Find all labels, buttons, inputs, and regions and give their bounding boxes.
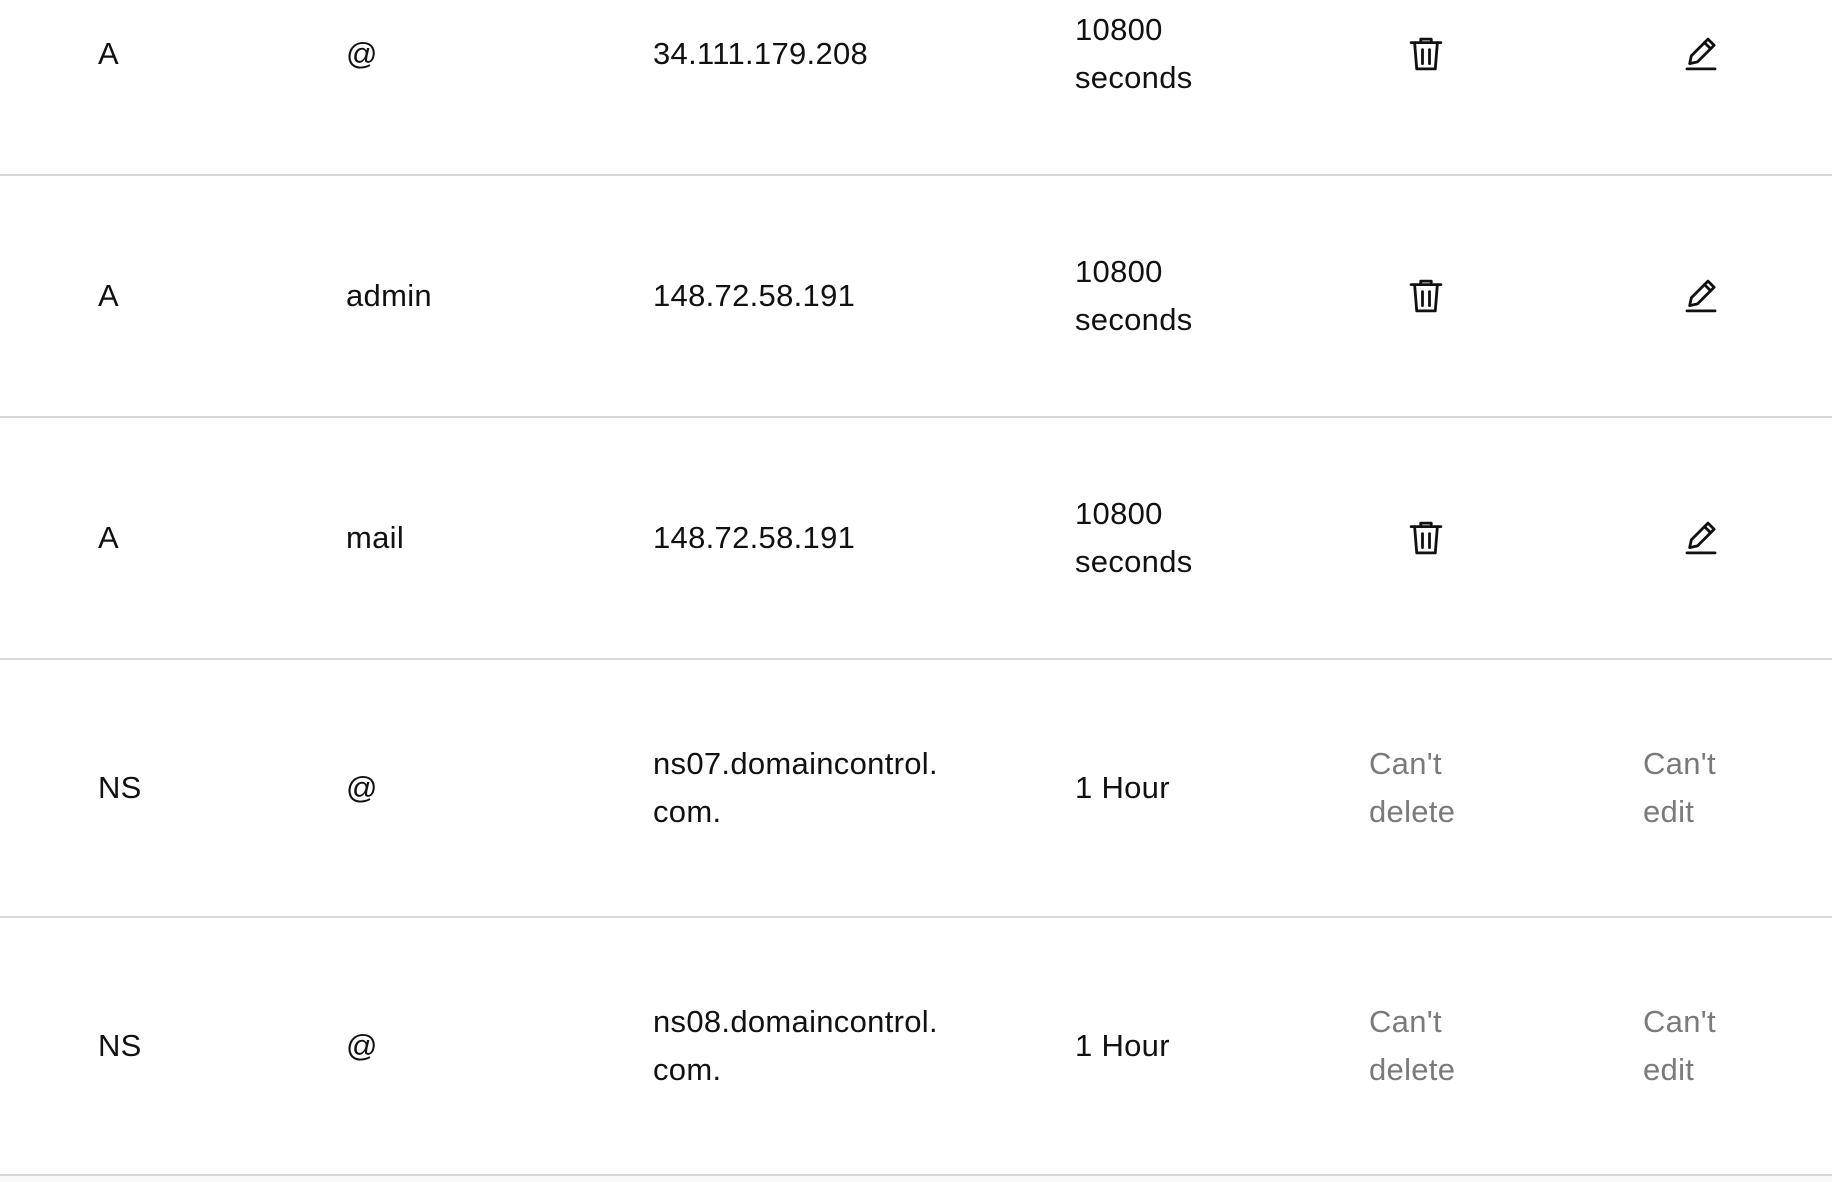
record-ttl: 10800 seconds <box>1075 6 1225 102</box>
record-name: mail <box>346 520 405 555</box>
dns-records-table: A @ 34.111.179.208 10800 seconds A admin… <box>0 0 1832 1182</box>
record-name: @ <box>346 36 378 71</box>
record-type: NS <box>98 1028 142 1063</box>
edit-record-button[interactable] <box>1673 510 1729 566</box>
record-data: 148.72.58.191 <box>653 278 856 313</box>
cant-delete-line: delete <box>1369 794 1456 829</box>
table-row: A mail 148.72.58.191 10800 seconds <box>0 418 1832 660</box>
table-row: NS @ ns07.domaincontrol.com. 1 Hour Can'… <box>0 660 1832 918</box>
record-ttl: 10800 seconds <box>1075 248 1225 344</box>
cant-edit-label: Can't edit <box>1643 998 1793 1094</box>
record-name: admin <box>346 278 432 313</box>
trash-icon <box>1409 279 1443 313</box>
cant-delete-label: Can't delete <box>1369 740 1519 836</box>
edit-record-button[interactable] <box>1673 268 1729 324</box>
cant-edit-label: Can't edit <box>1643 740 1793 836</box>
cant-delete-line: Can't <box>1369 1004 1442 1039</box>
ttl-unit: seconds <box>1075 60 1193 95</box>
cant-edit-line: Can't <box>1643 746 1716 781</box>
ttl-unit: seconds <box>1075 302 1193 337</box>
cant-delete-label: Can't delete <box>1369 998 1519 1094</box>
ttl-unit: seconds <box>1075 544 1193 579</box>
record-type: A <box>98 278 119 313</box>
record-name: @ <box>346 1028 378 1063</box>
cant-edit-line: edit <box>1643 1052 1695 1087</box>
pencil-icon <box>1685 279 1717 313</box>
trash-icon <box>1409 37 1443 71</box>
pencil-icon <box>1685 521 1717 555</box>
cant-edit-line: Can't <box>1643 1004 1716 1039</box>
record-type: A <box>98 520 119 555</box>
cant-delete-line: Can't <box>1369 746 1442 781</box>
cant-delete-line: delete <box>1369 1052 1456 1087</box>
record-data: ns08.domaincontrol.com. <box>653 1004 938 1087</box>
record-ttl: 1 Hour <box>1075 770 1170 805</box>
record-data: 148.72.58.191 <box>653 520 856 555</box>
table-row: A admin 148.72.58.191 10800 seconds <box>0 176 1832 418</box>
record-ttl: 1 Hour <box>1075 1028 1170 1063</box>
record-ttl: 10800 seconds <box>1075 490 1225 586</box>
edit-record-button[interactable] <box>1673 26 1729 82</box>
record-data: 34.111.179.208 <box>653 36 869 71</box>
ttl-value: 10800 <box>1075 254 1163 289</box>
cant-edit-line: edit <box>1643 794 1695 829</box>
record-type: A <box>98 36 119 71</box>
ttl-value: 10800 <box>1075 12 1163 47</box>
table-row: NS @ ns08.domaincontrol.com. 1 Hour Can'… <box>0 918 1832 1176</box>
trash-icon <box>1409 521 1443 555</box>
table-row: A @ 34.111.179.208 10800 seconds <box>0 0 1832 176</box>
ttl-value: 10800 <box>1075 496 1163 531</box>
delete-record-button[interactable] <box>1398 510 1454 566</box>
delete-record-button[interactable] <box>1398 26 1454 82</box>
record-name: @ <box>346 770 378 805</box>
record-data: ns07.domaincontrol.com. <box>653 746 938 829</box>
record-type: NS <box>98 770 142 805</box>
pencil-icon <box>1685 37 1717 71</box>
delete-record-button[interactable] <box>1398 268 1454 324</box>
